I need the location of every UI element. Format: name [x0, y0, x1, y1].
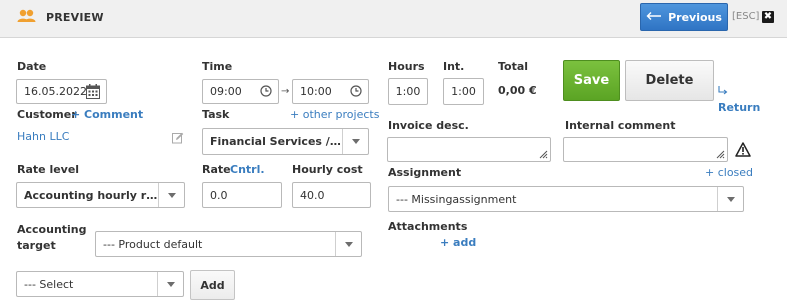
esc-hint: [ESC]: [732, 11, 760, 22]
customer-name[interactable]: Hahn LLC: [17, 130, 69, 143]
invoice-desc-label: Invoice desc.: [388, 119, 469, 132]
task-value: Financial Services / Acc...: [210, 135, 342, 148]
hours-value: 1:00: [395, 85, 421, 98]
chevron-down-icon: [342, 129, 368, 154]
internal-hours-label: Int.: [443, 60, 465, 73]
internal-comment-textarea[interactable]: [563, 137, 728, 162]
clock-icon[interactable]: [260, 85, 272, 97]
total-label: Total: [498, 60, 529, 73]
chevron-down-icon: [158, 183, 184, 207]
other-projects-link[interactable]: + other projects: [290, 108, 379, 121]
internal-comment-label: Internal comment: [565, 119, 676, 132]
time-label: Time: [202, 60, 233, 73]
previous-button[interactable]: Previous: [640, 3, 728, 31]
assignment-value: --- Missingassignment: [396, 192, 517, 206]
rate-control-link[interactable]: Cntrl.: [230, 163, 265, 176]
total-value: 0,00 €: [498, 84, 537, 97]
save-button[interactable]: Save: [563, 60, 620, 101]
rate-level-select[interactable]: Accounting hourly rate: [16, 182, 185, 208]
chevron-down-icon: [335, 232, 361, 256]
previous-label: Previous: [668, 10, 722, 24]
chevron-down-icon: [717, 187, 743, 211]
rate-value: 0.0: [210, 188, 228, 202]
internal-hours-value: 1:00: [451, 85, 476, 98]
rate-label: Rate: [202, 163, 231, 176]
time-to-value: 10:00: [300, 85, 332, 98]
task-select[interactable]: Financial Services / Acc...: [202, 128, 369, 155]
bottom-select[interactable]: --- Select: [16, 271, 184, 297]
arrow-left-icon: [646, 11, 662, 24]
resize-grip-icon: [716, 150, 725, 159]
add-attachment-link[interactable]: + add: [440, 236, 476, 249]
assignment-select[interactable]: --- Missingassignment: [388, 186, 744, 212]
preview-header: PREVIEW Previous [ESC] ✖: [0, 0, 787, 38]
date-value: 16.05.2022: [24, 85, 87, 98]
hourly-cost-value: 40.0: [300, 188, 325, 202]
hourly-cost-field[interactable]: 40.0: [292, 182, 371, 208]
calendar-icon[interactable]: [86, 84, 100, 99]
invoice-desc-textarea[interactable]: [387, 137, 551, 162]
internal-hours-field[interactable]: 1:00: [443, 78, 484, 105]
customer-label: Customer: [17, 108, 77, 121]
accounting-target-select[interactable]: --- Product default: [95, 231, 362, 257]
assignment-label: Assignment: [388, 166, 462, 179]
rate-level-value: Accounting hourly rate: [24, 188, 158, 202]
add-comment-link[interactable]: + Comment: [71, 108, 143, 121]
page-title: PREVIEW: [46, 11, 104, 24]
hours-label: Hours: [388, 60, 425, 73]
time-range-arrow: →: [281, 86, 290, 97]
chevron-down-icon: [157, 272, 183, 296]
hours-field[interactable]: 1:00: [388, 78, 428, 105]
closed-assignments-link[interactable]: + closed: [705, 166, 753, 179]
accounting-target-label-line2: target: [17, 239, 56, 252]
return-link[interactable]: Return: [718, 101, 760, 114]
rate-level-label: Rate level: [17, 163, 80, 176]
edit-icon[interactable]: [172, 132, 184, 144]
close-icon[interactable]: ✖: [762, 11, 774, 23]
users-icon: [17, 9, 36, 23]
delete-button[interactable]: Delete: [625, 60, 714, 101]
add-button[interactable]: Add: [190, 270, 235, 300]
bottom-select-value: --- Select: [24, 277, 74, 291]
return-arrow-icon: [718, 86, 728, 96]
hourly-cost-label: Hourly cost: [292, 163, 363, 176]
warning-icon: [735, 142, 751, 157]
resize-grip-icon: [539, 150, 548, 159]
time-from-value: 09:00: [210, 85, 242, 98]
rate-field[interactable]: 0.0: [202, 182, 282, 208]
clock-icon[interactable]: [350, 85, 362, 97]
attachments-label: Attachments: [388, 220, 468, 233]
accounting-target-value: --- Product default: [103, 237, 203, 251]
accounting-target-label-line1: Accounting: [17, 223, 87, 236]
task-label: Task: [202, 108, 230, 121]
date-label: Date: [17, 60, 47, 73]
